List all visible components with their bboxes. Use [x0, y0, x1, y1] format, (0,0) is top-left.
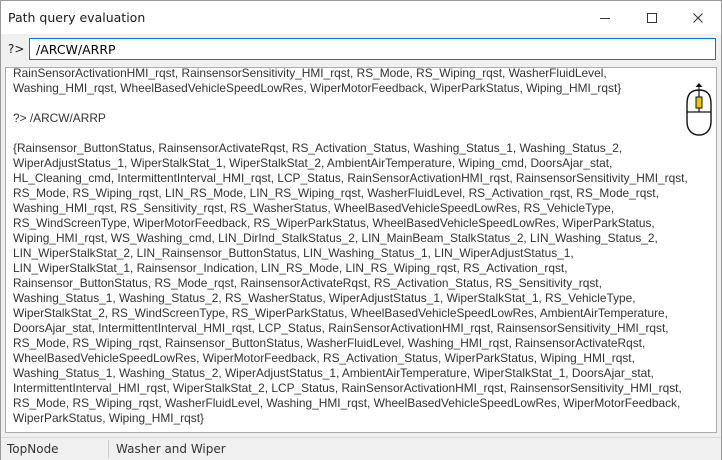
status-bar: TopNode Washer and Wiper: [1, 437, 721, 460]
output-line: ?> /ARCW/ARRP: [13, 111, 106, 125]
mouse-scroll-icon[interactable]: [683, 82, 715, 138]
close-button[interactable]: [675, 1, 721, 34]
title-bar[interactable]: Path query evaluation: [1, 1, 721, 34]
output-line: {Rainsensor_ButtonStatus, RainsensorActi…: [13, 141, 692, 425]
minimize-icon: [600, 17, 610, 19]
query-input[interactable]: [29, 38, 716, 60]
query-output-text: RainSensorActivationHMI_rqst, Rainsensor…: [13, 67, 692, 426]
maximize-button[interactable]: [629, 1, 675, 34]
query-prompt-label: ?>: [8, 42, 25, 56]
window-title: Path query evaluation: [8, 10, 146, 25]
status-context: Washer and Wiper: [116, 442, 226, 456]
close-icon: [693, 12, 703, 23]
status-node: TopNode: [7, 442, 59, 456]
output-line: RainSensorActivationHMI_rqst, Rainsensor…: [13, 67, 622, 95]
status-divider: [108, 440, 109, 458]
path-query-window: Path query evaluation ?> RainSensorActiv…: [0, 0, 722, 460]
minimize-button[interactable]: [582, 1, 628, 34]
maximize-icon: [647, 12, 657, 23]
query-output-area[interactable]: RainSensorActivationHMI_rqst, Rainsensor…: [5, 67, 717, 433]
